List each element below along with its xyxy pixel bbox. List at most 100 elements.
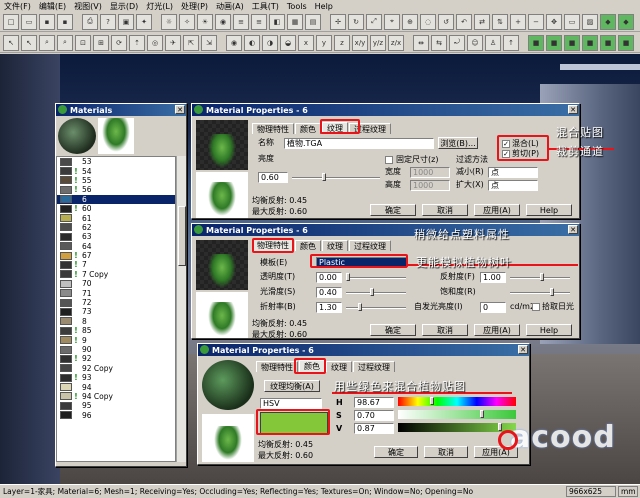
texture-name-field[interactable]: 植物.TGA	[284, 138, 434, 149]
h-field[interactable]: 98.67	[354, 397, 394, 408]
rotate-left-icon[interactable]: ↺	[438, 13, 454, 30]
material-row[interactable]: 8	[57, 317, 175, 326]
close-icon[interactable]: ✕	[518, 345, 528, 354]
render-icon[interactable]: ▣	[118, 13, 134, 30]
material-row[interactable]: ! 7	[57, 260, 175, 269]
refract-slider[interactable]	[346, 303, 406, 311]
menu-lights[interactable]: 灯光(L)	[146, 1, 173, 12]
camera-icon[interactable]: ◉	[215, 13, 231, 30]
sun-icon[interactable]: ☀	[197, 13, 213, 30]
reduce-select[interactable]: 点	[488, 167, 538, 178]
box5-icon[interactable]: ■	[600, 34, 616, 51]
undo-icon[interactable]: ↶	[456, 13, 472, 30]
material-row[interactable]: 71	[57, 288, 175, 298]
tab-procedural[interactable]: 过程纹理	[349, 240, 391, 251]
walk-icon[interactable]: ⇅	[492, 13, 508, 30]
tab-physical[interactable]: 物理特性	[252, 123, 294, 134]
zoom-icon[interactable]: ⌕	[39, 34, 55, 51]
walker-icon[interactable]: ♙	[485, 34, 501, 51]
zoom-out-icon[interactable]: −	[528, 13, 544, 30]
menu-tools-cn[interactable]: 工具(T)	[252, 1, 279, 12]
material-row[interactable]: ! 94 Copy	[57, 392, 175, 401]
person-icon[interactable]: ☺	[467, 34, 483, 51]
close-icon[interactable]: ✕	[568, 105, 578, 114]
material-row[interactable]: ! 85	[57, 326, 175, 335]
expand-select[interactable]: 点	[488, 180, 538, 191]
cube-green-icon[interactable]: ◆	[600, 13, 616, 30]
save-icon[interactable]: ▪	[39, 13, 55, 30]
box6-icon[interactable]: ■	[618, 34, 634, 51]
zoom-region-icon[interactable]: ⊞	[93, 34, 109, 51]
material-row[interactable]: ! 56	[57, 185, 175, 194]
axis-xy-button[interactable]: x/y	[352, 34, 368, 51]
pick-daylight-checkbox[interactable]	[532, 303, 540, 311]
material-row[interactable]: 94	[57, 382, 175, 392]
saturation-slider[interactable]	[398, 410, 516, 419]
axis-x-button[interactable]: x	[298, 34, 314, 51]
reflect-slider[interactable]	[510, 273, 570, 281]
target-icon[interactable]: ⊕	[402, 13, 418, 30]
eye-icon[interactable]: ◉	[226, 34, 242, 51]
material-row[interactable]: ! 92	[57, 354, 175, 363]
cube-green2-icon[interactable]: ◆	[618, 13, 634, 30]
split-icon[interactable]: ⇆	[431, 34, 447, 51]
pick2-icon[interactable]: ⇲	[201, 34, 217, 51]
saturation-slider[interactable]	[510, 288, 570, 296]
material-row[interactable]: 72	[57, 298, 175, 307]
ok-button[interactable]: 确定	[370, 204, 416, 216]
tab-procedural[interactable]: 过程纹理	[353, 361, 395, 372]
spotlight-icon[interactable]: ✧	[179, 13, 195, 30]
brightness-field[interactable]: 0.60	[258, 172, 288, 183]
menu-display[interactable]: 显示(D)	[110, 1, 138, 12]
menu-edit[interactable]: 编辑(E)	[39, 1, 66, 12]
reflect-field[interactable]: 1.00	[480, 272, 506, 283]
menu-process[interactable]: 处理(P)	[181, 1, 208, 12]
ok-button[interactable]: 确定	[374, 446, 418, 458]
ok-button[interactable]: 确定	[370, 324, 416, 336]
tab-color[interactable]: 颜色	[295, 123, 321, 134]
material-list[interactable]: 53! 54! 55! 56 6! 60 61 62 63 64! 67! 7! 7 Copy 70 71 7…	[56, 156, 176, 462]
box3-icon[interactable]: ■	[564, 34, 580, 51]
pick-icon[interactable]: ⇱	[183, 34, 199, 51]
radiosity-icon[interactable]: ✦	[136, 13, 152, 30]
material-row[interactable]: 61	[57, 213, 175, 223]
color-model-select[interactable]: HSV	[260, 398, 322, 409]
texture-average-button[interactable]: 纹理均衡(A)	[264, 380, 320, 392]
help-button[interactable]: Help	[526, 324, 572, 336]
eye-right-icon[interactable]: ◑	[262, 34, 278, 51]
open-folder-icon[interactable]: ▭	[21, 13, 37, 30]
light-bulb-icon[interactable]: ◌	[420, 13, 436, 30]
tab-color[interactable]: 颜色	[295, 240, 321, 251]
up-arrow-icon[interactable]: ↑	[503, 34, 519, 51]
rotate-icon[interactable]: ↻	[348, 13, 364, 30]
help-icon[interactable]: ?	[100, 13, 116, 30]
zoom-window-icon[interactable]: ⌕	[57, 34, 73, 51]
material-row[interactable]: ! 93	[57, 373, 175, 382]
pan-icon[interactable]: ✥	[546, 13, 562, 30]
help-button[interactable]: Help	[526, 204, 572, 216]
box-icon[interactable]: ■	[528, 34, 544, 51]
tab-texture[interactable]: 纹理	[326, 361, 352, 372]
material-row[interactable]: 73	[57, 307, 175, 316]
save-as-icon[interactable]: ▪	[57, 13, 73, 30]
material-row[interactable]: ! 60	[57, 204, 175, 213]
material-row[interactable]: ! 9	[57, 335, 175, 345]
tab-physical[interactable]: 物理特性	[256, 361, 298, 372]
v-field[interactable]: 0.87	[354, 423, 394, 434]
preview-sphere[interactable]	[58, 118, 96, 154]
value-slider[interactable]	[398, 423, 516, 432]
material-row[interactable]: 63	[57, 232, 175, 241]
menu-animation[interactable]: 动画(A)	[216, 1, 244, 12]
layers-icon[interactable]: ≡	[233, 13, 249, 30]
zoom-in-icon[interactable]: +	[510, 13, 526, 30]
eye-left-icon[interactable]: ◐	[244, 34, 260, 51]
menu-help[interactable]: Help	[315, 2, 333, 11]
brightness-slider[interactable]	[292, 173, 380, 181]
mirror-icon[interactable]: ⇹	[413, 34, 429, 51]
material-row[interactable]: ! 7 Copy	[57, 270, 175, 279]
apply-button[interactable]: 应用(A)	[474, 324, 520, 336]
material-list-scrollbar[interactable]	[176, 156, 186, 462]
height-field[interactable]: 1000	[410, 180, 450, 191]
walk-through-icon[interactable]: ⇡	[129, 34, 145, 51]
tab-texture[interactable]: 纹理	[322, 240, 348, 251]
